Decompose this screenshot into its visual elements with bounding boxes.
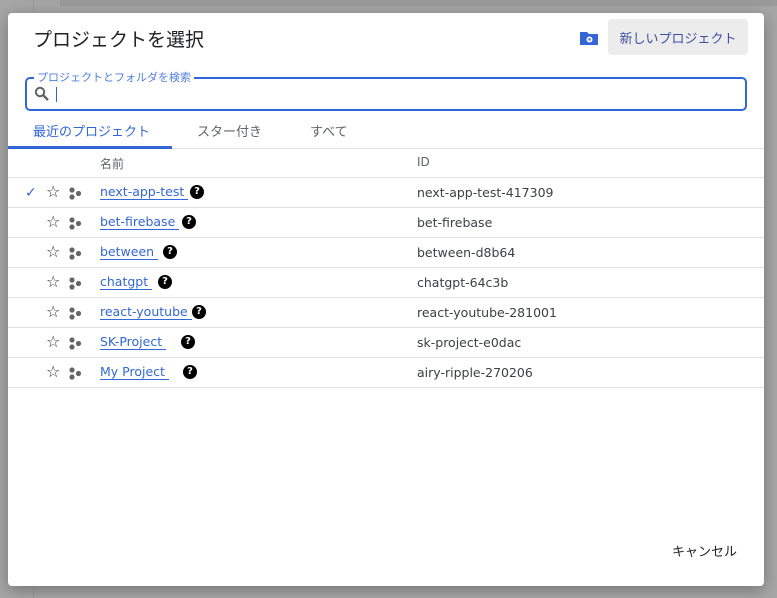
table-row[interactable]: ✓ ☆ next-app-test? next-app-test-417309 — [8, 178, 764, 208]
dialog-title: プロジェクトを選択 — [33, 29, 205, 51]
star-icon[interactable]: ☆ — [46, 182, 60, 201]
project-name-link[interactable]: between — [100, 245, 159, 260]
star-icon[interactable]: ☆ — [46, 302, 60, 321]
star-icon[interactable]: ☆ — [46, 272, 60, 291]
text-cursor — [56, 87, 57, 102]
tab-starred[interactable]: スター付き — [197, 121, 262, 140]
background-bar — [60, 0, 777, 6]
check-icon: ✓ — [25, 185, 37, 201]
manage-folder-icon[interactable] — [579, 28, 599, 48]
star-icon[interactable]: ☆ — [46, 332, 60, 351]
help-icon[interactable]: ? — [192, 305, 206, 319]
help-icon[interactable]: ? — [183, 365, 197, 379]
project-id: react-youtube-281001 — [417, 305, 557, 320]
project-id: sk-project-e0dac — [417, 335, 522, 350]
project-id: airy-ripple-270206 — [417, 365, 533, 380]
project-name-link[interactable]: react-youtube — [100, 305, 192, 320]
search-input[interactable]: プロジェクトとフォルダを検索 — [25, 69, 747, 111]
help-icon[interactable]: ? — [181, 335, 195, 349]
tab-all[interactable]: すべて — [310, 121, 348, 140]
table-row[interactable]: ☆ react-youtube? react-youtube-281001 — [8, 298, 764, 328]
project-icon — [69, 277, 82, 290]
column-name: 名前 — [100, 157, 125, 171]
project-name-link[interactable]: chatgpt — [100, 275, 153, 290]
table-row[interactable]: ☆ between? between-d8b64 — [8, 238, 764, 268]
star-icon[interactable]: ☆ — [46, 212, 60, 231]
help-icon[interactable]: ? — [163, 245, 177, 259]
help-icon[interactable]: ? — [182, 215, 196, 229]
tab-recent[interactable]: 最近のプロジェクト — [33, 121, 150, 140]
help-icon[interactable]: ? — [190, 185, 204, 199]
table-row[interactable]: ☆ My Project? airy-ripple-270206 — [8, 358, 764, 388]
search-label: プロジェクトとフォルダを検索 — [34, 69, 194, 85]
project-id: next-app-test-417309 — [417, 185, 554, 200]
project-name-link[interactable]: My Project — [100, 365, 169, 380]
project-name-link[interactable]: next-app-test — [100, 185, 189, 200]
search-icon — [34, 86, 49, 101]
help-icon[interactable]: ? — [158, 275, 172, 289]
project-id: between-d8b64 — [417, 245, 516, 260]
table-header: 名前 ID — [8, 149, 764, 178]
star-icon[interactable]: ☆ — [46, 242, 60, 261]
project-icon — [69, 217, 82, 230]
project-id: bet-firebase — [417, 215, 493, 230]
tab-bar: 最近のプロジェクト スター付き すべて — [8, 113, 764, 149]
star-icon[interactable]: ☆ — [46, 362, 60, 381]
new-project-button[interactable]: 新しいプロジェクト — [608, 19, 748, 55]
project-icon — [69, 337, 82, 350]
table-row[interactable]: ☆ chatgpt? chatgpt-64c3b — [8, 268, 764, 298]
select-project-dialog: プロジェクトを選択 新しいプロジェクト プロジェクトとフォルダを検索 最近のプロ… — [8, 13, 764, 586]
table-row[interactable]: ☆ bet-firebase? bet-firebase — [8, 208, 764, 238]
project-id: chatgpt-64c3b — [417, 275, 509, 290]
project-icon — [69, 307, 82, 320]
project-name-link[interactable]: bet-firebase — [100, 215, 180, 230]
table-row[interactable]: ☆ SK-Project? sk-project-e0dac — [8, 328, 764, 358]
column-id: ID — [417, 155, 430, 169]
project-icon — [69, 247, 82, 260]
cancel-button[interactable]: キャンセル — [664, 537, 745, 564]
project-icon — [69, 367, 82, 380]
project-name-link[interactable]: SK-Project — [100, 335, 167, 350]
project-icon — [69, 187, 82, 200]
